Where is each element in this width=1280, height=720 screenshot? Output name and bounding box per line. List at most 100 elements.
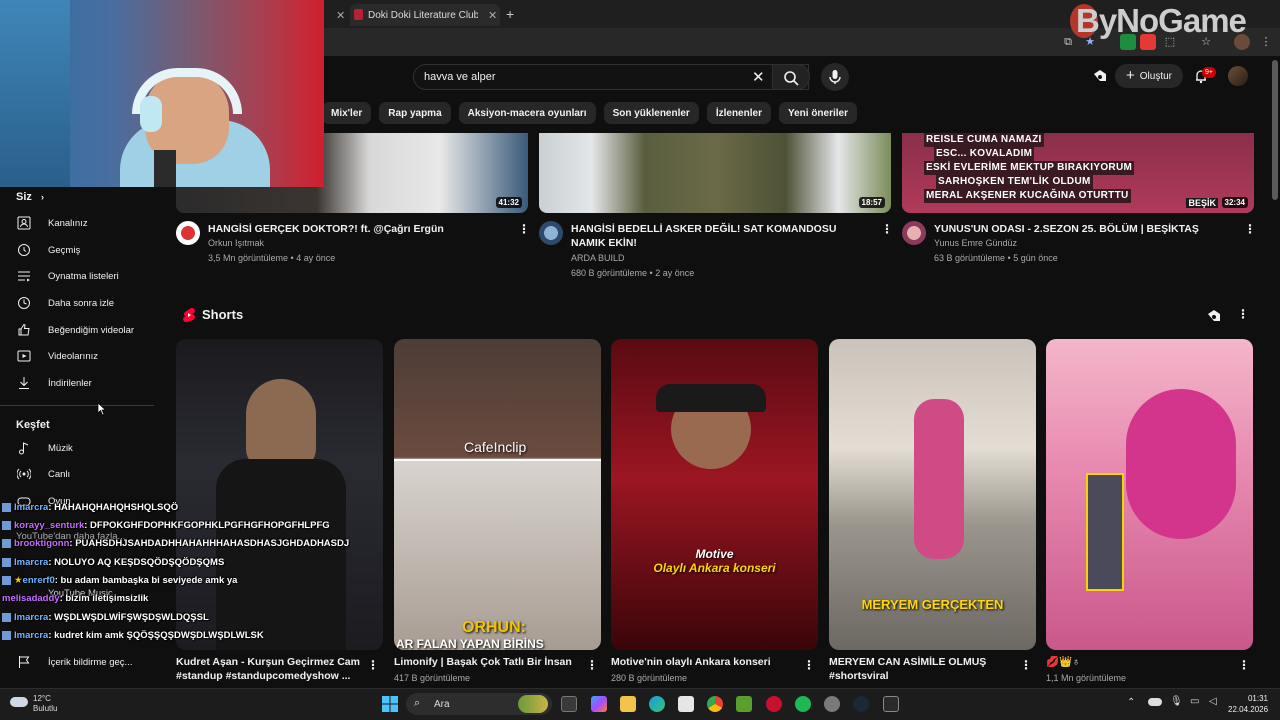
short-thumbnail[interactable] — [1046, 339, 1253, 650]
chat-message: lmarcra: NOLUYO AQ KEŞDSQÖDŞQÖDŞQMS — [2, 557, 224, 568]
weather-temp: 12°C — [33, 694, 51, 703]
short-thumbnail[interactable]: MERYEM GERÇEKTEN — [829, 339, 1036, 650]
more-options-icon[interactable]: ⋮ — [586, 658, 598, 672]
short-title[interactable]: Kudret Aşan - Kurşun Geçirmez Cam #stand… — [176, 655, 362, 683]
volume-icon[interactable]: ◁ — [1209, 696, 1217, 707]
sidebar-item-history[interactable]: Geçmiş — [16, 239, 156, 261]
account-avatar[interactable] — [1228, 66, 1248, 86]
chevron-up-icon[interactable]: ⌃ — [1127, 697, 1135, 708]
sidebar-item-watch-later[interactable]: Daha sonra izle — [16, 292, 156, 314]
video-title[interactable]: YUNUS'UN ODASI - 2.SEZON 25. BÖLÜM | BEŞ… — [934, 222, 1234, 236]
close-tab-icon[interactable]: ✕ — [488, 9, 497, 22]
windows-start-icon[interactable] — [382, 696, 398, 712]
channel-avatar[interactable] — [539, 221, 563, 245]
copilot-icon[interactable] — [591, 696, 607, 712]
sidebar-item-report-history[interactable]: İçerik bildirme geç... — [16, 651, 156, 673]
spotify-icon[interactable] — [795, 696, 811, 712]
sidebar-item-playlists[interactable]: Oynatma listeleri — [16, 265, 156, 287]
short-overlay-text: AR FALAN YAPAN BİRİNS — [396, 637, 544, 650]
more-options-icon[interactable]: ⋮ — [1020, 658, 1032, 672]
sidebar-you-heading[interactable]: Siz › — [16, 191, 44, 203]
channel-name[interactable]: ARDA BUILD — [571, 251, 625, 266]
music-icon — [16, 440, 32, 456]
clear-search-icon[interactable]: ✕ — [752, 68, 765, 86]
chip-rap[interactable]: Rap yapma — [379, 102, 451, 124]
file-explorer-icon[interactable] — [620, 696, 636, 712]
sidebar-item-your-videos[interactable]: Videolarınız — [16, 345, 156, 367]
short-thumbnail[interactable]: Motive Olaylı Ankara konseri — [611, 339, 818, 650]
store-icon[interactable] — [678, 696, 694, 712]
more-options-icon[interactable]: ⋮ — [367, 658, 379, 672]
watermark-logo: ByNoGame — [1070, 2, 1247, 40]
voice-search-button[interactable] — [821, 63, 849, 91]
channel-avatar[interactable] — [902, 221, 926, 245]
chrome-icon[interactable] — [707, 696, 723, 712]
clock-icon — [16, 295, 32, 311]
sidebar-item-music[interactable]: Müzik — [16, 437, 156, 459]
browser-menu-icon[interactable]: ⋮ — [1258, 34, 1274, 50]
split-divider — [394, 459, 601, 461]
sidebar-item-downloads[interactable]: İndirilenler — [16, 372, 156, 394]
clock-time: 01:31 — [1247, 694, 1268, 703]
chip-recently-uploaded[interactable]: Son yüklenenler — [603, 102, 699, 124]
more-options-icon[interactable]: ⋮ — [518, 222, 530, 236]
new-tab-button[interactable]: + — [506, 6, 514, 22]
short-title[interactable]: Motive'nin olaylı Ankara konseri — [611, 655, 797, 669]
browser-tab-active[interactable]: Doki Doki Literature Club Türkç ✕ — [350, 4, 500, 26]
weather-widget[interactable]: 12°C Bulutlu — [33, 694, 57, 714]
twitch-icon — [2, 538, 11, 548]
thumbnail-badge: BEŞİK — [1186, 198, 1218, 208]
epic-games-icon[interactable] — [883, 696, 899, 712]
task-view-icon[interactable] — [561, 696, 577, 712]
thumbnail-overlay-text: REISLE CUMA NAMAZI ESC... KOVALADIM ESKİ… — [924, 133, 1135, 203]
channel-name[interactable]: Yunus Emre Gündüz — [934, 236, 1017, 251]
scrollbar-thumb[interactable] — [1272, 60, 1278, 200]
short-thumbnail[interactable] — [176, 339, 383, 650]
video-thumbnail[interactable]: 18:57 — [539, 133, 891, 213]
obs-icon[interactable] — [824, 696, 840, 712]
short-title[interactable]: MERYEM CAN ASİMİLE OLMUŞ #shortsviral — [829, 655, 1015, 683]
filter-chips: Mix'ler Rap yapma Aksiyon-macera oyunlar… — [322, 102, 857, 124]
create-button[interactable]: + Oluştur — [1115, 64, 1183, 88]
short-thumbnail[interactable]: CafeInclip ORHUN: AR FALAN YAPAN BİRİNS — [394, 339, 601, 650]
sidebar-item-liked-videos[interactable]: Beğendiğim videolar — [16, 319, 156, 341]
search-button[interactable] — [772, 64, 810, 90]
chip-new-to-you[interactable]: Yeni öneriler — [778, 102, 857, 124]
shorts-more-icon[interactable]: ⋮ — [1237, 307, 1249, 321]
steam-icon[interactable] — [853, 696, 869, 712]
sidebar-item-live[interactable]: Canlı — [16, 463, 156, 485]
chip-action-adventure[interactable]: Aksiyon-macera oyunları — [458, 102, 596, 124]
shorts-feedback-icon[interactable] — [1206, 308, 1222, 324]
weather-desc: Bulutlu — [33, 704, 58, 713]
video-meta: 63 B görüntüleme • 5 gün önce — [934, 253, 1058, 263]
sidebar-item-your-channel[interactable]: Kanalınız — [16, 212, 156, 234]
network-icon[interactable]: ▭ — [1190, 696, 1199, 707]
close-tab-icon[interactable]: ✕ — [336, 9, 345, 22]
cast-icon[interactable] — [1092, 68, 1108, 84]
video-title[interactable]: HANGİSİ BEDELLİ ASKER DEĞİL! SAT KOMANDO… — [571, 222, 861, 250]
nvidia-icon[interactable] — [736, 696, 752, 712]
video-title[interactable]: HANGİSİ GERÇEK DOKTOR?! ft. @Çağrı Ergün — [208, 222, 508, 236]
channel-name[interactable]: Orkun Işıtmak — [208, 236, 264, 251]
more-options-icon[interactable]: ⋮ — [881, 222, 893, 236]
short-overlay-text: ORHUN: — [462, 619, 526, 636]
onedrive-icon[interactable] — [1148, 698, 1162, 706]
taskbar-clock[interactable]: 01:31 22.04.2026 — [1228, 693, 1268, 715]
channel-avatar[interactable] — [176, 221, 200, 245]
short-title[interactable]: Limonify | Başak Çok Tatlı Bir İnsan — [394, 655, 580, 669]
cast-ext-icon[interactable]: ⧉ — [1060, 34, 1076, 50]
short-title[interactable]: 💋👑♁ — [1046, 655, 1232, 669]
weather-cloud-icon[interactable] — [10, 697, 28, 707]
chip-mixes[interactable]: Mix'ler — [322, 102, 372, 124]
search-input[interactable]: havva ve alper — [413, 64, 809, 90]
edge-browser-icon[interactable] — [649, 696, 665, 712]
microphone-tray-icon[interactable]: 🎙 — [1170, 696, 1183, 707]
more-options-icon[interactable]: ⋮ — [1244, 222, 1256, 236]
taskbar-search-input[interactable]: ⌕ Ara — [406, 693, 552, 715]
video-thumbnail[interactable]: REISLE CUMA NAMAZI ESC... KOVALADIM ESKİ… — [902, 133, 1254, 213]
opera-icon[interactable] — [766, 696, 782, 712]
chip-watched[interactable]: İzlenenler — [706, 102, 771, 124]
more-options-icon[interactable]: ⋮ — [803, 658, 815, 672]
browser-tab[interactable]: ✕ — [326, 4, 345, 26]
more-options-icon[interactable]: ⋮ — [1238, 658, 1250, 672]
